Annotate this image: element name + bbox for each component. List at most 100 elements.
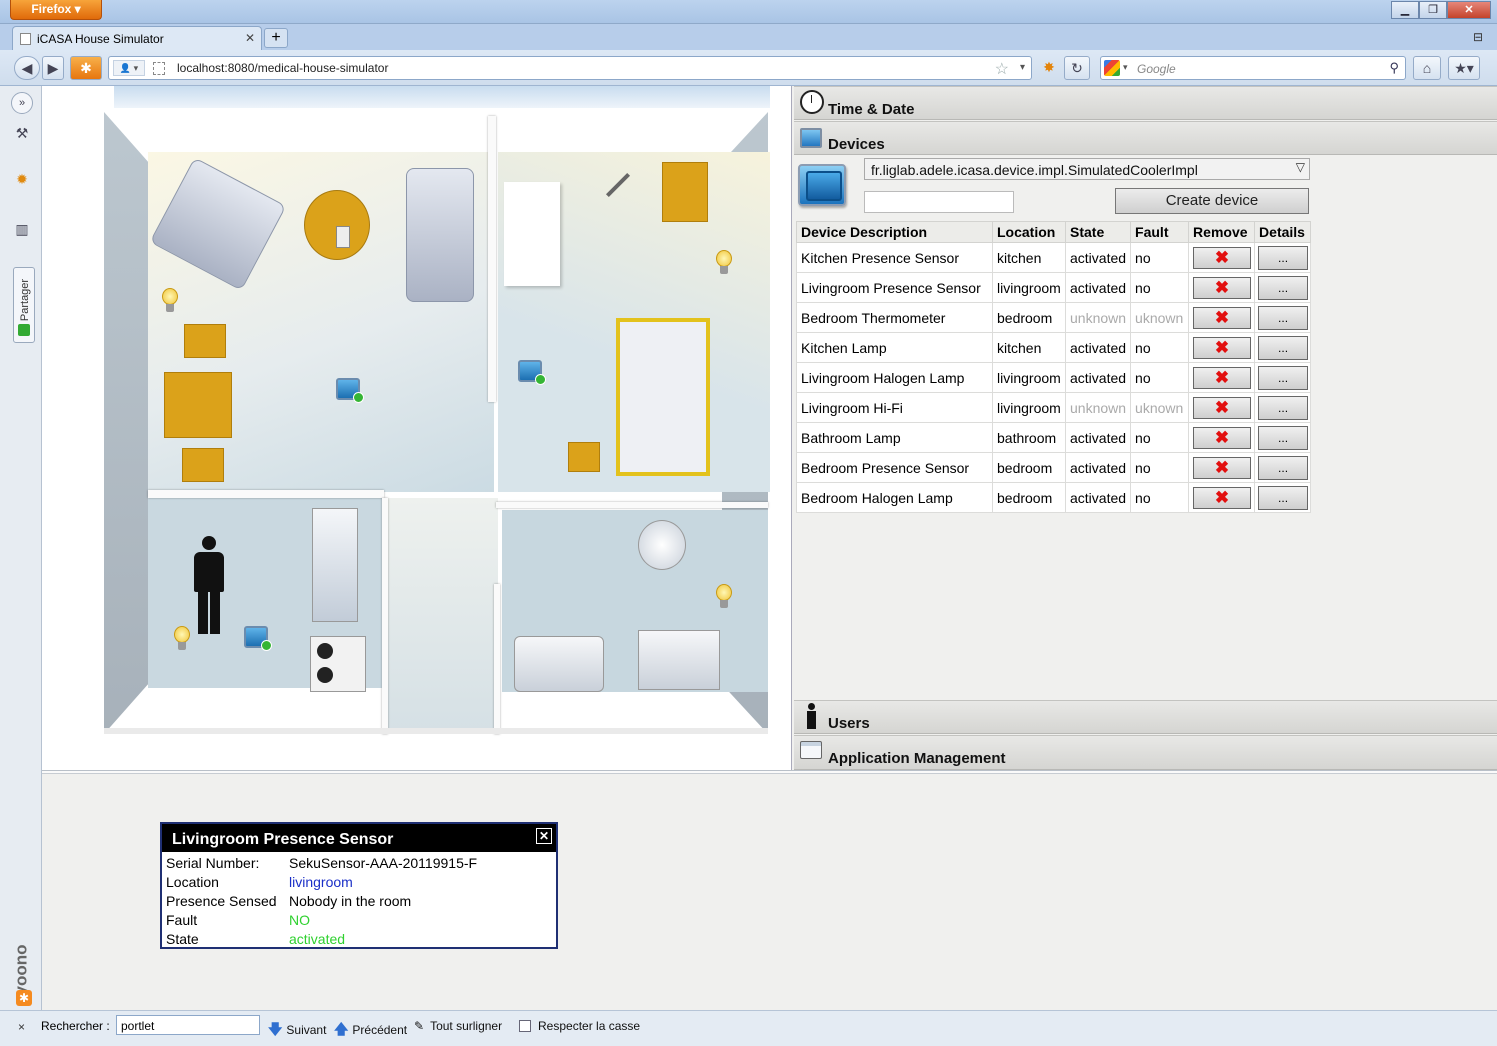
site-icon	[153, 62, 165, 75]
property-key: Location	[166, 874, 219, 890]
engine-dropdown-icon[interactable]: ▾	[1123, 62, 1128, 73]
close-icon[interactable]: ✕	[1447, 1, 1491, 19]
reload-icon[interactable]: ↻	[1064, 56, 1090, 80]
search-bar[interactable]: ▾ Google ⚲	[1100, 56, 1406, 80]
table-header-row: Device Description Location State Fault …	[796, 221, 1312, 243]
device-details-button[interactable]: ...	[1258, 395, 1309, 420]
search-placeholder: Google	[1137, 62, 1176, 76]
device-description-cell: Livingroom Hi-Fi	[796, 392, 993, 423]
lamp-bedroom[interactable]	[716, 250, 732, 276]
lamp-livingroom[interactable]	[162, 288, 178, 314]
time-date-header[interactable]: Time & Date	[794, 86, 1497, 120]
device-details-button[interactable]: ...	[1258, 425, 1309, 450]
device-location-cell: livingroom	[992, 392, 1066, 423]
find-input[interactable]: portlet	[116, 1015, 260, 1035]
select-dropdown-icon[interactable]: ▽	[1296, 160, 1305, 174]
remove-device-button[interactable]: ✖	[1193, 456, 1252, 479]
url-text[interactable]: localhost:8080/medical-house-simulator	[177, 61, 388, 75]
device-details-button[interactable]: ...	[1258, 335, 1309, 360]
yoono-star-icon: ✱	[16, 990, 32, 1006]
details-cell: ...	[1254, 242, 1312, 273]
devices-title: Devices	[828, 136, 885, 153]
device-state-cell: activated	[1064, 482, 1132, 513]
popup-close-icon[interactable]: ✕	[536, 828, 552, 844]
url-dropdown-icon[interactable]: ▾	[1020, 62, 1025, 73]
device-type-icon	[798, 164, 846, 206]
app-management-header[interactable]: Application Management	[794, 735, 1497, 770]
addon-icon[interactable]: ✸	[1038, 56, 1060, 80]
details-cell: ...	[1254, 362, 1312, 393]
tab-icasa[interactable]: iCASA House Simulator ✕	[12, 26, 262, 50]
device-details-button[interactable]: ...	[1258, 245, 1309, 270]
match-case-label[interactable]: Respecter la casse	[538, 1019, 640, 1033]
find-label: Rechercher :	[41, 1019, 110, 1033]
devices-table: Device Description Location State Fault …	[796, 221, 1312, 513]
remove-device-button[interactable]: ✖	[1193, 366, 1252, 389]
table-row: Bedroom Presence Sensor bedroom activated n…	[796, 452, 1312, 483]
device-location-cell: bedroom	[992, 452, 1066, 483]
addon-star-icon[interactable]: ✱	[70, 56, 102, 80]
device-state-cell: unknown	[1064, 392, 1132, 423]
bookmarks-menu-icon[interactable]: ★▾	[1448, 56, 1480, 80]
chair-top	[184, 324, 226, 358]
bookmark-star-icon[interactable]: ☆	[995, 59, 1009, 79]
remove-device-button[interactable]: ✖	[1193, 486, 1252, 509]
table-row: Kitchen Lamp kitchen activated no ✖...	[796, 332, 1312, 363]
presence-sensor-bedroom[interactable]	[518, 360, 546, 385]
create-device-button[interactable]: Create device	[1115, 188, 1309, 214]
device-id-input[interactable]	[864, 191, 1014, 213]
device-type-select[interactable]: fr.liglab.adele.icasa.device.impl.Simula…	[864, 158, 1310, 180]
application-window-icon	[800, 741, 822, 759]
google-engine-icon[interactable]	[1104, 60, 1120, 76]
user-person[interactable]	[190, 536, 228, 636]
panel-splitter[interactable]	[42, 770, 1497, 774]
col-fault: Fault	[1130, 221, 1190, 243]
devices-header[interactable]: Devices	[794, 121, 1497, 155]
remove-device-button[interactable]: ✖	[1193, 426, 1252, 449]
url-bar[interactable]: 👤 ▾ localhost:8080/medical-house-simulat…	[108, 56, 1032, 80]
device-details-popup: Livingroom Presence Sensor ✕ Serial Numb…	[160, 822, 558, 949]
remove-device-button[interactable]: ✖	[1193, 246, 1252, 269]
remove-device-button[interactable]: ✖	[1193, 306, 1252, 329]
firefox-menu-button[interactable]: Firefox ▾	[10, 0, 102, 20]
home-icon[interactable]: ⌂	[1413, 56, 1441, 80]
back-icon[interactable]: ◀	[14, 56, 40, 80]
device-details-button[interactable]: ...	[1258, 305, 1309, 330]
restore-icon[interactable]: ❐	[1419, 1, 1447, 19]
remove-device-button[interactable]: ✖	[1193, 396, 1252, 419]
users-header[interactable]: Users	[794, 700, 1497, 734]
columns-icon[interactable]: ▥	[12, 219, 32, 239]
partager-label: Partager	[19, 278, 31, 322]
device-details-button[interactable]: ...	[1258, 485, 1309, 510]
device-details-button[interactable]: ...	[1258, 455, 1309, 480]
remove-device-button[interactable]: ✖	[1193, 336, 1252, 359]
new-tab-button[interactable]: +	[264, 28, 288, 48]
wrench-icon[interactable]: ⚒	[12, 123, 32, 143]
find-previous-button[interactable]: 🡅 Précédent	[334, 1019, 407, 1043]
presence-sensor-livingroom[interactable]	[336, 378, 364, 403]
lamp-bathroom[interactable]	[716, 584, 732, 610]
starburst-icon[interactable]: ✹	[12, 169, 32, 189]
device-details-button[interactable]: ...	[1258, 275, 1309, 300]
identity-icon[interactable]: 👤 ▾	[113, 60, 145, 76]
forward-icon[interactable]: ▶	[42, 56, 64, 80]
highlight-all-button[interactable]: ✎ Tout surligner	[414, 1019, 502, 1033]
tab-list-icon[interactable]: ⊟	[1473, 30, 1483, 44]
details-cell: ...	[1254, 272, 1312, 303]
tab-close-icon[interactable]: ✕	[245, 31, 255, 45]
device-location-cell: bathroom	[992, 422, 1066, 453]
minimize-icon[interactable]: ▁	[1391, 1, 1419, 19]
remove-device-button[interactable]: ✖	[1193, 276, 1252, 299]
presence-sensor-kitchen[interactable]	[244, 626, 272, 651]
details-cell: ...	[1254, 392, 1312, 423]
match-case-checkbox[interactable]	[519, 1020, 531, 1032]
partager-button[interactable]: Partager	[13, 267, 35, 343]
findbar-close-icon[interactable]: ×	[18, 1020, 25, 1034]
expand-sidebar-icon[interactable]: »	[11, 92, 33, 114]
popup-header: Livingroom Presence Sensor	[162, 824, 556, 852]
lamp-kitchen[interactable]	[174, 626, 190, 652]
find-next-button[interactable]: 🡇 Suivant	[268, 1019, 326, 1043]
search-icon[interactable]: ⚲	[1389, 60, 1399, 76]
find-next-label: Suivant	[286, 1023, 327, 1037]
device-details-button[interactable]: ...	[1258, 365, 1309, 390]
